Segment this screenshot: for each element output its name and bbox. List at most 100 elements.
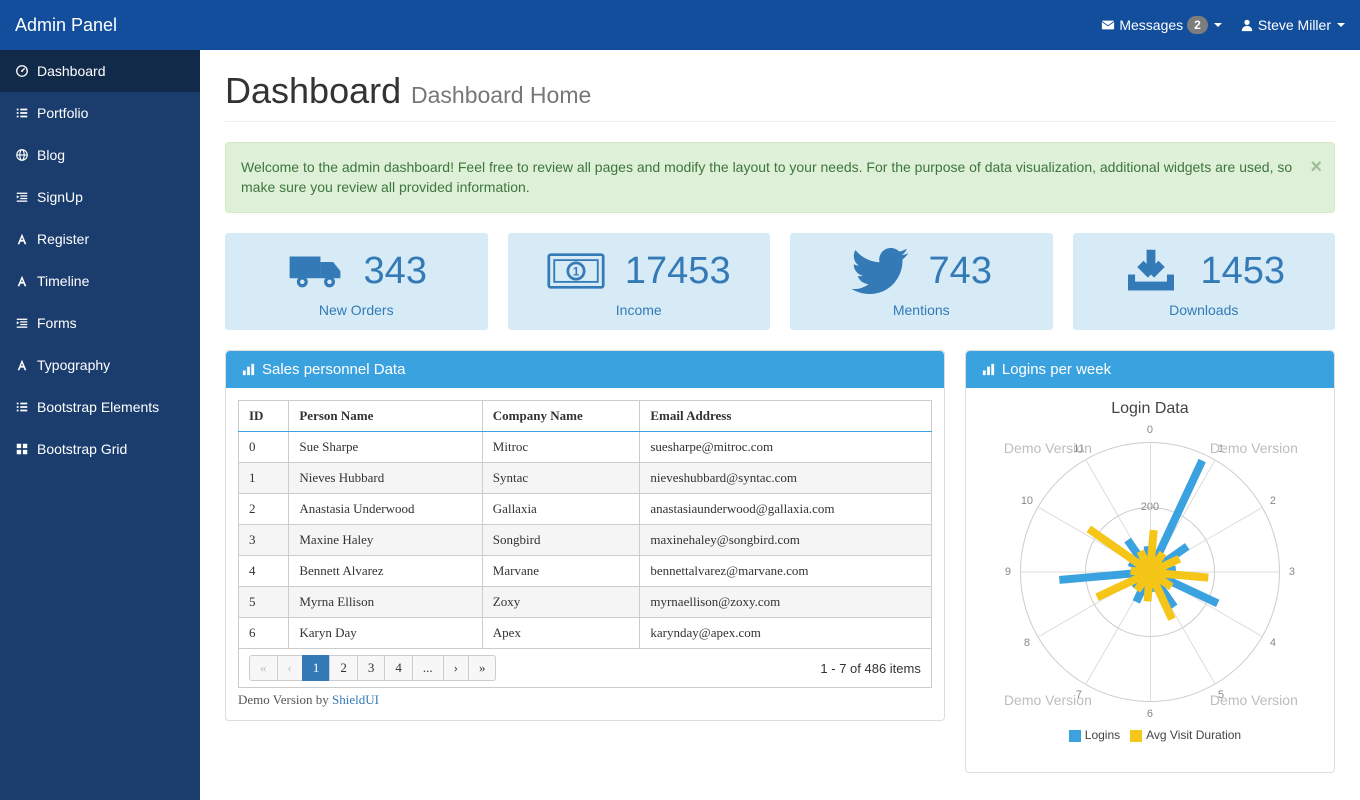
table-row[interactable]: 0Sue SharpeMitrocsuesharpe@mitroc.com <box>239 432 932 463</box>
font-icon <box>15 232 29 246</box>
truck-icon <box>286 248 344 294</box>
axis-label: 3 <box>1289 566 1295 578</box>
pager-button[interactable]: 2 <box>329 655 358 681</box>
pager-button[interactable]: 3 <box>357 655 386 681</box>
caret-down-icon <box>1214 23 1222 27</box>
stat-label: Income <box>518 302 761 318</box>
logins-panel-title: Logins per week <box>1002 361 1111 378</box>
sidebar-item-label: SignUp <box>37 189 83 205</box>
stat-card-downloads[interactable]: 1453Downloads <box>1073 233 1336 330</box>
cell-email: karynday@apex.com <box>640 618 932 649</box>
sidebar-item-label: Bootstrap Elements <box>37 399 159 415</box>
table-row[interactable]: 2Anastasia UnderwoodGallaxiaanastasiaund… <box>239 494 932 525</box>
sidebar-item-label: Register <box>37 231 89 247</box>
axis-label: 2 <box>1270 495 1276 507</box>
cell-id: 5 <box>239 587 289 618</box>
sidebar-item-forms[interactable]: Forms <box>0 302 200 344</box>
sidebar-item-blog[interactable]: Blog <box>0 134 200 176</box>
messages-label: Messages <box>1119 17 1183 33</box>
cell-email: myrnaellison@zoxy.com <box>640 587 932 618</box>
stat-card-mentions[interactable]: 743Mentions <box>790 233 1053 330</box>
pager-button[interactable]: » <box>468 655 497 681</box>
sidebar-item-portfolio[interactable]: Portfolio <box>0 92 200 134</box>
table-row[interactable]: 3Maxine HaleySongbirdmaxinehaley@songbir… <box>239 525 932 556</box>
topbar: Admin Panel Messages 2 Steve Miller <box>0 0 1360 50</box>
sidebar-item-dashboard[interactable]: Dashboard <box>0 50 200 92</box>
sales-table: IDPerson NameCompany NameEmail Address 0… <box>238 400 932 649</box>
polar-chart: Login Data 020001234567891011Demo Versio… <box>978 400 1322 760</box>
sidebar-item-timeline[interactable]: Timeline <box>0 260 200 302</box>
legend-label: Avg Visit Duration <box>1146 728 1241 742</box>
watermark: Demo Version <box>1210 440 1298 456</box>
cell-company: Marvane <box>482 556 640 587</box>
download-icon <box>1122 248 1180 294</box>
legend-swatch <box>1069 730 1081 742</box>
column-header[interactable]: ID <box>239 401 289 432</box>
sidebar-item-bootstrap-elements[interactable]: Bootstrap Elements <box>0 386 200 428</box>
cell-name: Myrna Ellison <box>289 587 482 618</box>
brand[interactable]: Admin Panel <box>15 15 117 36</box>
cell-name: Sue Sharpe <box>289 432 482 463</box>
pager-button[interactable]: « <box>249 655 278 681</box>
pager-summary: 1 - 7 of 486 items <box>820 661 920 676</box>
table-row[interactable]: 5Myrna EllisonZoxymyrnaellison@zoxy.com <box>239 587 932 618</box>
messages-menu[interactable]: Messages 2 <box>1101 16 1222 34</box>
table-row[interactable]: 4Bennett AlvarezMarvanebennettalvarez@ma… <box>239 556 932 587</box>
table-row[interactable]: 6Karyn DayApexkarynday@apex.com <box>239 618 932 649</box>
cell-email: maxinehaley@songbird.com <box>640 525 932 556</box>
indent-icon <box>15 316 29 330</box>
cell-email: bennettalvarez@marvane.com <box>640 556 932 587</box>
sales-panel: Sales personnel Data IDPerson NameCompan… <box>225 350 945 721</box>
axis-label: 0 <box>1147 424 1153 436</box>
stat-card-income[interactable]: 17453Income <box>508 233 771 330</box>
caret-down-icon <box>1337 23 1345 27</box>
cell-company: Gallaxia <box>482 494 640 525</box>
font-icon <box>15 358 29 372</box>
cell-id: 2 <box>239 494 289 525</box>
stat-card-new-orders[interactable]: 343New Orders <box>225 233 488 330</box>
axis-label: 6 <box>1147 708 1153 720</box>
sidebar-item-register[interactable]: Register <box>0 218 200 260</box>
list-icon <box>15 106 29 120</box>
stat-label: Mentions <box>800 302 1043 318</box>
font-icon <box>15 274 29 288</box>
cell-name: Karyn Day <box>289 618 482 649</box>
sidebar-item-signup[interactable]: SignUp <box>0 176 200 218</box>
stat-label: New Orders <box>235 302 478 318</box>
pager-button[interactable]: 4 <box>384 655 413 681</box>
axis-label: 4 <box>1270 637 1276 649</box>
alert-text: Welcome to the admin dashboard! Feel fre… <box>241 159 1292 195</box>
pager-button[interactable]: ‹ <box>277 655 303 681</box>
sidebar: DashboardPortfolioBlog SignUp Register Time… <box>0 50 200 800</box>
shieldui-link[interactable]: ShieldUI <box>332 692 379 707</box>
sidebar-item-typography[interactable]: Typography <box>0 344 200 386</box>
sidebar-item-label: Typography <box>37 357 110 373</box>
alert-close-button[interactable]: × <box>1310 153 1322 181</box>
dashboard-icon <box>15 64 29 78</box>
envelope-icon <box>1101 18 1115 32</box>
messages-count-badge: 2 <box>1187 16 1208 34</box>
pager-button[interactable]: › <box>443 655 469 681</box>
watermark: Demo Version <box>1004 692 1092 708</box>
column-header[interactable]: Company Name <box>482 401 640 432</box>
legend-swatch <box>1130 730 1142 742</box>
globe-icon <box>15 148 29 162</box>
barchart-icon <box>241 362 256 377</box>
chart-legend: LoginsAvg Visit Duration <box>978 728 1322 742</box>
user-menu[interactable]: Steve Miller <box>1240 17 1345 33</box>
sidebar-item-bootstrap-grid[interactable]: Bootstrap Grid <box>0 428 200 470</box>
cell-id: 0 <box>239 432 289 463</box>
cell-name: Bennett Alvarez <box>289 556 482 587</box>
main-content: Dashboard Dashboard Home Welcome to the … <box>200 50 1360 800</box>
cell-email: anastasiaunderwood@gallaxia.com <box>640 494 932 525</box>
pager-button[interactable]: ... <box>412 655 444 681</box>
pager-button[interactable]: 1 <box>302 655 331 681</box>
column-header[interactable]: Person Name <box>289 401 482 432</box>
stats-row: 343New Orders17453Income743Mentions1453D… <box>225 233 1335 330</box>
demo-credit: Demo Version by ShieldUI <box>238 692 932 708</box>
sidebar-item-label: Forms <box>37 315 77 331</box>
column-header[interactable]: Email Address <box>640 401 932 432</box>
cell-id: 1 <box>239 463 289 494</box>
cell-company: Songbird <box>482 525 640 556</box>
table-row[interactable]: 1Nieves HubbardSyntacnieveshubbard@synta… <box>239 463 932 494</box>
